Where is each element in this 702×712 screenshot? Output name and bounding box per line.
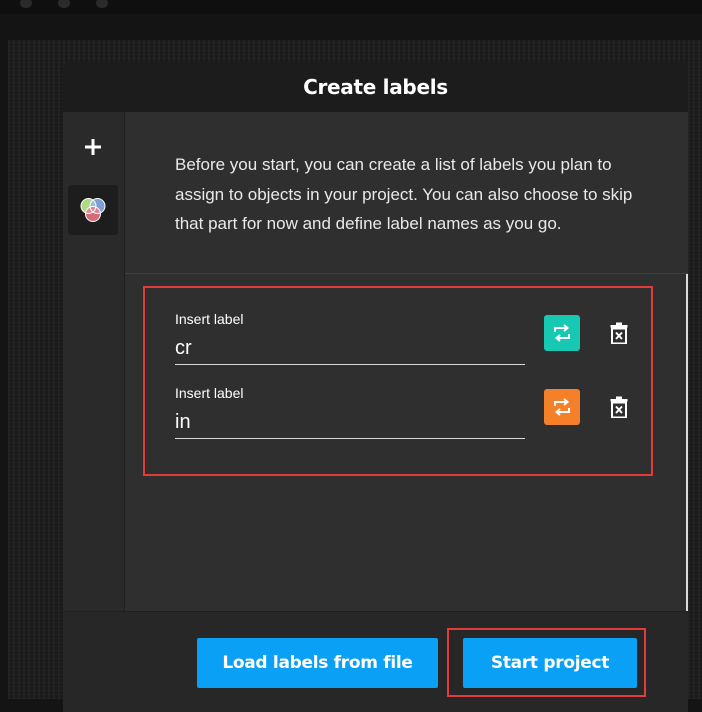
create-labels-dialog: Create labels Before you start, you can … [63, 62, 688, 712]
top-bar [0, 0, 702, 14]
label-color-button[interactable] [544, 315, 580, 351]
top-bar-icon [58, 0, 70, 8]
load-labels-button[interactable]: Load labels from file [197, 638, 438, 688]
label-caption: Insert label [175, 311, 244, 327]
start-project-button[interactable]: Start project [463, 638, 637, 688]
label-color-button[interactable] [544, 389, 580, 425]
label-caption: Insert label [175, 385, 244, 401]
delete-icon [610, 396, 628, 418]
color-circles-icon [80, 198, 106, 222]
dialog-footer: Load labels from file Start project [63, 611, 688, 712]
swap-icon [554, 398, 570, 416]
label-row: Insert label in [175, 385, 655, 455]
plus-icon [85, 139, 101, 155]
label-input[interactable]: in [175, 409, 525, 439]
delete-label-button[interactable] [608, 320, 630, 346]
scrollbar[interactable] [686, 274, 688, 611]
label-row: Insert label cr [175, 311, 655, 381]
color-palette-button[interactable] [68, 185, 118, 235]
dialog-title: Create labels [303, 75, 448, 99]
add-label-button[interactable] [76, 132, 110, 162]
dialog-header: Create labels [63, 62, 688, 112]
delete-icon [610, 322, 628, 344]
label-list: Insert label cr Insert label in [143, 286, 653, 476]
intro-text: Before you start, you can create a list … [175, 155, 633, 233]
label-input[interactable]: cr [175, 335, 525, 365]
top-bar-icon [20, 0, 32, 8]
delete-label-button[interactable] [608, 394, 630, 420]
divider [125, 273, 688, 274]
swap-icon [554, 324, 570, 342]
top-bar-icon [96, 0, 108, 8]
